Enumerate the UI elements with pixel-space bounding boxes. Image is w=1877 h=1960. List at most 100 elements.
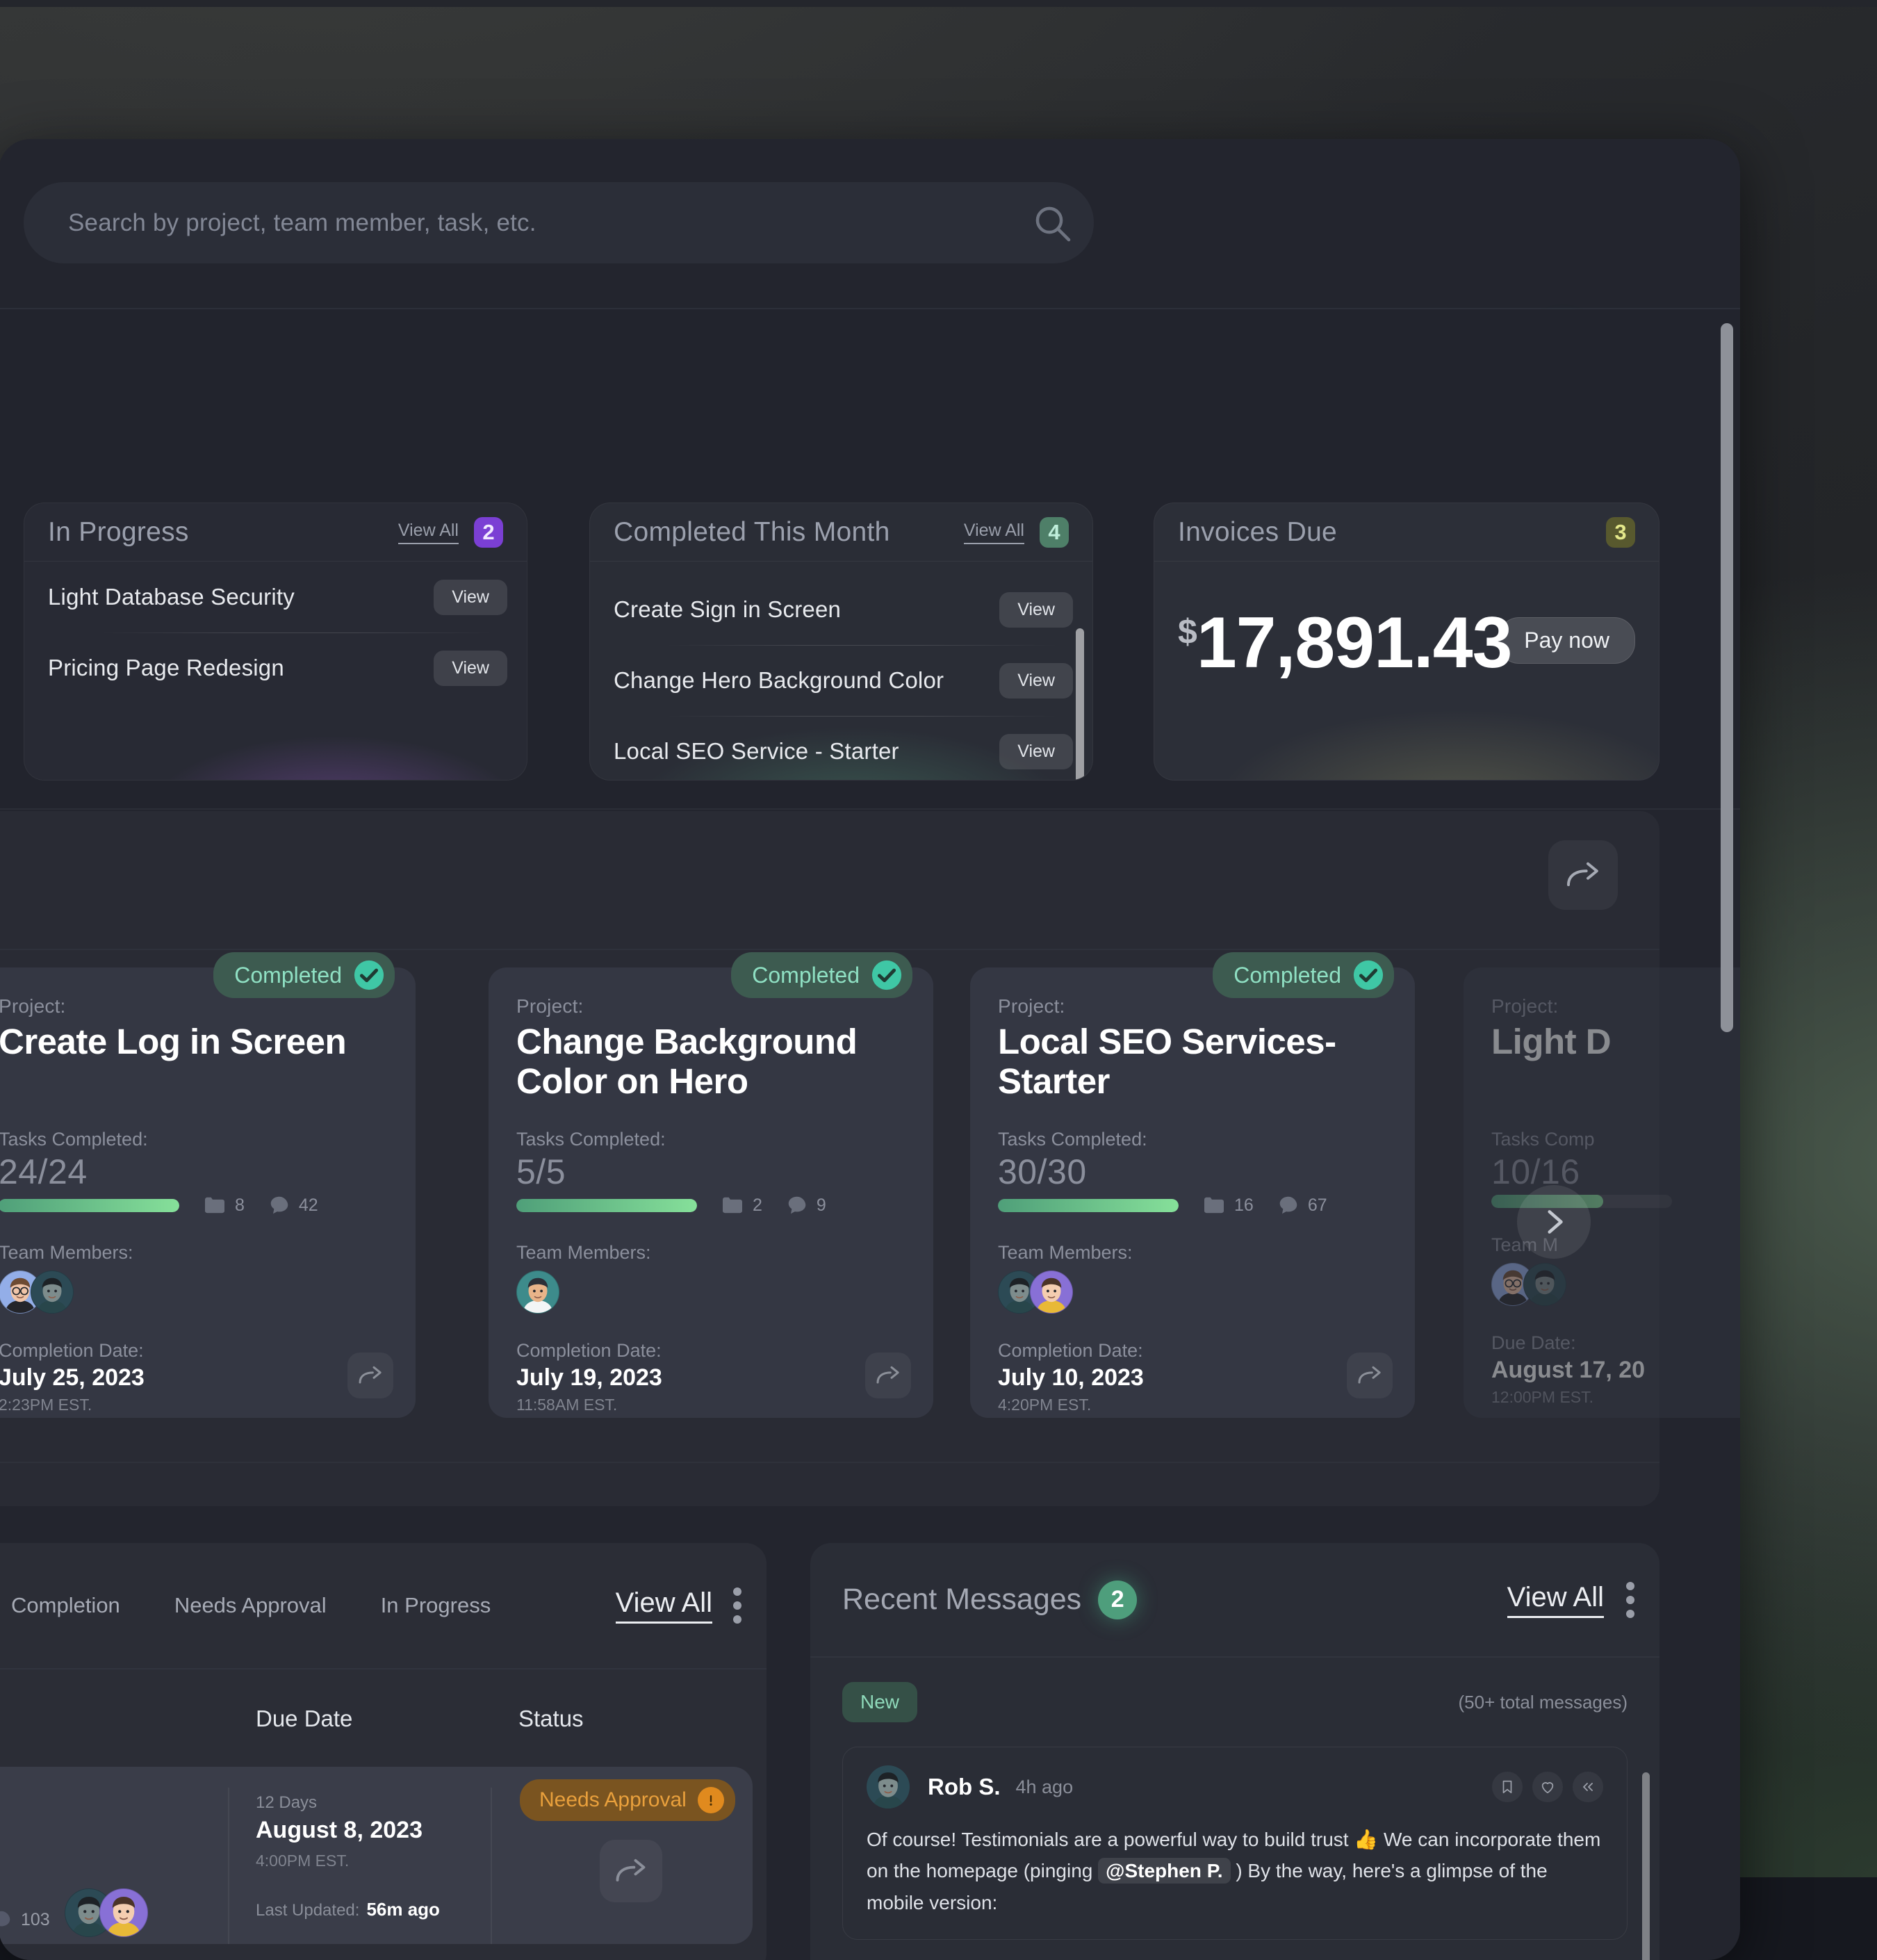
time-value: 12:00PM EST. (1491, 1388, 1740, 1407)
status-badge: Completed (1213, 952, 1394, 998)
team-avatars (1491, 1263, 1740, 1306)
share-arrow-icon[interactable] (1548, 840, 1618, 910)
view-button[interactable]: View (999, 734, 1073, 769)
heart-icon[interactable] (1532, 1772, 1563, 1802)
list-item[interactable]: Change Hero Background Color View (590, 645, 1092, 716)
tasks-label: Tasks Completed: (998, 1129, 1387, 1150)
messages-count-badge: 2 (1098, 1581, 1137, 1619)
progress-bar-fill (998, 1199, 1179, 1212)
tab-completion[interactable]: Completion (11, 1593, 120, 1618)
card-header: Invoices Due 3 (1154, 503, 1659, 562)
search-box[interactable] (24, 182, 1094, 263)
list-item[interactable]: Light Database Security View (24, 562, 527, 632)
scrollbar-thumb[interactable] (1076, 628, 1084, 781)
more-options-icon[interactable] (733, 1587, 741, 1624)
check-circle-icon (1352, 959, 1384, 991)
message-item[interactable]: Rob S. 4h ago Of course! Testimonials ar… (842, 1747, 1628, 1940)
tasks-table-panel: Completion Needs Approval In Progress Vi… (0, 1543, 767, 1960)
view-button[interactable]: View (999, 663, 1073, 699)
mention[interactable]: @Stephen P. (1098, 1858, 1230, 1884)
row-last-updated-value: 56m ago (366, 1899, 440, 1920)
column-header-due-date: Due Date (256, 1706, 352, 1732)
view-button[interactable]: View (999, 592, 1073, 628)
comment-icon (1277, 1195, 1300, 1216)
list-item[interactable]: Create Sign in Screen View (590, 574, 1092, 645)
scrollbar-thumb[interactable] (1642, 1772, 1650, 1960)
list-item-label: Light Database Security (48, 584, 295, 610)
view-all-link[interactable]: View All (964, 521, 1024, 544)
bookmark-icon[interactable] (1492, 1772, 1523, 1802)
comment-count-value: 9 (817, 1195, 826, 1216)
date-label: Completion Date: (0, 1340, 388, 1362)
progress-row: 8 42 (0, 1195, 388, 1216)
search-input[interactable] (24, 209, 1010, 237)
more-options-icon[interactable] (1626, 1582, 1634, 1618)
tab-in-progress[interactable]: In Progress (381, 1593, 491, 1618)
team-label: Team Members: (516, 1242, 905, 1264)
comment-count-value: 42 (299, 1195, 318, 1216)
progress-bar (998, 1199, 1179, 1212)
card-title: In Progress (48, 517, 189, 548)
progress-bar-fill (516, 1199, 697, 1212)
carousel-toolbar (0, 811, 1659, 949)
window-scrollbar-thumb[interactable] (1721, 323, 1733, 1032)
project-label: Project: (516, 995, 905, 1018)
folder-count-value: 16 (1234, 1195, 1254, 1216)
progress-bar (0, 1199, 179, 1212)
list-item-label: Pricing Page Redesign (48, 655, 284, 681)
share-arrow-icon[interactable] (600, 1840, 662, 1902)
reply-all-icon[interactable] (1573, 1772, 1603, 1802)
row-due-time: 4:00PM EST. (256, 1852, 349, 1870)
view-button[interactable]: View (434, 651, 507, 686)
carousel-next-button[interactable] (1517, 1185, 1591, 1259)
folder-icon (203, 1195, 227, 1215)
project-card[interactable]: Completed Project: Change Background Col… (489, 967, 933, 1418)
folder-count: 16 (1202, 1195, 1254, 1216)
date-value: July 10, 2023 (998, 1364, 1387, 1391)
search-icon[interactable] (1010, 182, 1094, 263)
project-title: Create Log in Screen (0, 1022, 388, 1102)
date-label: Completion Date: (998, 1340, 1387, 1362)
view-all-link[interactable]: View All (398, 521, 459, 544)
project-label: Project: (1491, 995, 1740, 1018)
comment-count: 9 (786, 1195, 826, 1216)
team-avatars (0, 1271, 388, 1314)
view-button[interactable]: View (434, 580, 507, 615)
time-value: 11:58AM EST. (516, 1396, 905, 1414)
status-badge: Completed (213, 952, 395, 998)
comment-count: 42 (268, 1195, 318, 1216)
row-comment-count: 103 (0, 1909, 50, 1930)
message-body: Of course! Testimonials are a powerful w… (867, 1824, 1603, 1918)
messages-subheader: New (50+ total messages) (810, 1658, 1659, 1747)
currency-symbol: $ (1178, 612, 1197, 652)
project-card[interactable]: Completed Project: Local SEO Services-St… (970, 967, 1415, 1418)
list-item[interactable]: Pricing Page Redesign View (24, 632, 527, 703)
total-messages-label: (50+ total messages) (1458, 1692, 1628, 1713)
message-time: 4h ago (1016, 1777, 1074, 1798)
message-actions (1492, 1772, 1603, 1802)
project-card[interactable]: Completed Project: Create Log in Screen … (0, 967, 416, 1418)
share-arrow-icon[interactable] (1347, 1353, 1393, 1398)
time-value: 2:23PM EST. (0, 1396, 388, 1414)
avatar (31, 1271, 74, 1314)
date-value: August 17, 20 (1491, 1357, 1740, 1384)
view-all-link[interactable]: View All (1507, 1582, 1604, 1618)
share-arrow-icon[interactable] (865, 1353, 911, 1398)
comment-count: 67 (1277, 1195, 1327, 1216)
pay-now-button[interactable]: Pay now (1498, 617, 1635, 664)
project-card[interactable]: Project: Light D Tasks Comp 10/16 Team M… (1464, 967, 1740, 1418)
tasks-value: 10/16 (1491, 1152, 1740, 1192)
row-comment-value: 103 (21, 1910, 50, 1930)
share-arrow-icon[interactable] (347, 1353, 393, 1398)
list-item[interactable]: Local SEO Service - Starter View (590, 716, 1092, 781)
tab-needs-approval[interactable]: Needs Approval (174, 1593, 327, 1618)
table-row[interactable]: 103 12 Days August 8, 2023 4:00PM EST. L… (0, 1767, 753, 1944)
card-body: Create Sign in Screen View Change Hero B… (590, 562, 1092, 781)
projects-carousel: Completed Project: Create Log in Screen … (0, 811, 1659, 1506)
status-badge-label: Needs Approval (539, 1788, 687, 1812)
view-all-link[interactable]: View All (616, 1587, 712, 1624)
tasks-value: 24/24 (0, 1152, 388, 1192)
table-column-headers: Due Date Status (0, 1669, 767, 1767)
avatar (867, 1765, 910, 1808)
status-badge: Needs Approval (520, 1779, 735, 1821)
